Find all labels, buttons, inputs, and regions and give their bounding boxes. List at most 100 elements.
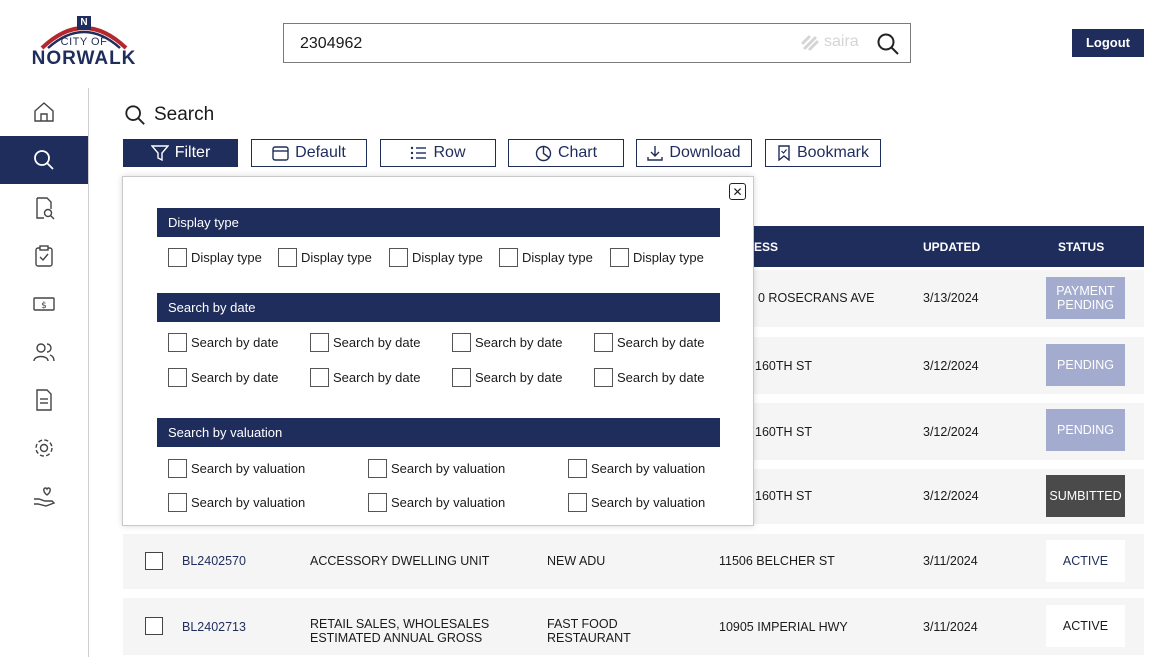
global-search-bar: saira [283,23,911,63]
checkbox[interactable] [452,333,471,352]
status-badge: PAYMENT PENDING [1046,277,1125,319]
status-badge: ACTIVE [1046,605,1125,647]
sidebar-item-payments[interactable]: $ [0,280,88,328]
close-icon[interactable]: ✕ [729,183,746,200]
row-permit-id-link[interactable]: BL2402713 [182,620,246,634]
filter-label: Filter [174,144,211,161]
checkbox[interactable] [594,333,613,352]
date-option[interactable]: Search by date [310,333,420,352]
clipboard-check-icon [35,245,53,267]
date-option[interactable]: Search by date [452,333,562,352]
sidebar-item-document-search[interactable] [0,184,88,232]
default-view-button[interactable]: Default [251,139,367,167]
valuation-option[interactable]: Search by valuation [168,459,305,478]
logo-name: NORWALK [31,48,137,69]
checkbox[interactable] [594,368,613,387]
sidebar-item-clipboard-check[interactable] [0,232,88,280]
option-label: Search by date [617,370,705,385]
date-option[interactable]: Search by date [594,333,704,352]
search-title-icon [125,105,145,125]
sidebar-item-documents[interactable] [0,376,88,424]
window-icon [272,145,289,161]
checkbox[interactable] [168,459,187,478]
valuation-option[interactable]: Search by valuation [368,493,505,512]
row-type-line2: RESTAURANT [547,631,631,645]
checkbox[interactable] [389,248,408,267]
sidebar-item-users[interactable] [0,328,88,376]
download-button[interactable]: Download [636,139,752,167]
search-submit-icon[interactable] [876,32,900,56]
city-logo[interactable]: N CITY OF NORWALK [28,14,140,70]
row-description-line1: RETAIL SALES, WHOLESALES [310,617,490,631]
checkbox[interactable] [168,333,187,352]
filter-button[interactable]: Filter [123,139,238,167]
date-option[interactable]: Search by date [168,333,278,352]
table-row[interactable]: BL2402570 ACCESSORY DWELLING UNIT NEW AD… [123,534,1144,589]
sidebar-item-search[interactable] [0,136,88,184]
chart-view-button[interactable]: Chart [508,139,624,167]
checkbox[interactable] [368,459,387,478]
option-label: Search by valuation [591,461,706,476]
bookmark-icon [778,145,790,161]
checkbox[interactable] [168,493,187,512]
checkbox[interactable] [168,368,187,387]
results-table-header: ESS UPDATED STATUS [742,226,1144,267]
table-row[interactable]: BL2402713 RETAIL SALES, WHOLESALES ESTIM… [123,598,1144,655]
row-address: 160TH ST [755,359,812,373]
sidebar-item-assistance[interactable] [0,472,88,520]
sidebar-item-home[interactable] [0,88,88,136]
option-label: Search by valuation [591,495,706,510]
valuation-option[interactable]: Search by valuation [168,493,305,512]
download-icon [647,146,664,161]
logout-button[interactable]: Logout [1072,29,1144,57]
section-display-type: Display type [157,208,720,237]
page-title: Search [154,104,215,125]
bookmark-button[interactable]: Bookmark [765,139,881,167]
default-label: Default [295,144,346,161]
option-label: Display type [191,250,262,265]
filter-icon [150,145,169,161]
checkbox[interactable] [278,248,297,267]
sidebar-item-settings[interactable] [0,424,88,472]
row-address: 11506 BELCHER ST [719,554,835,568]
row-address: 10905 IMPERIAL HWY [719,620,848,634]
display-type-option[interactable]: Display type [610,248,704,267]
checkbox[interactable] [568,493,587,512]
display-type-option[interactable]: Display type [168,248,262,267]
valuation-option[interactable]: Search by valuation [568,493,705,512]
search-input[interactable] [300,33,780,55]
row-checkbox[interactable] [145,617,163,635]
hand-heart-icon [34,487,56,507]
row-updated: 3/11/2024 [923,620,978,634]
date-option[interactable]: Search by date [168,368,278,387]
checkbox[interactable] [368,493,387,512]
checkbox[interactable] [310,368,329,387]
option-label: Display type [522,250,593,265]
row-view-button[interactable]: Row [380,139,496,167]
row-type: NEW ADU [547,554,606,568]
checkbox[interactable] [499,248,518,267]
date-option[interactable]: Search by date [452,368,562,387]
date-option[interactable]: Search by date [310,368,420,387]
date-option[interactable]: Search by date [594,368,704,387]
checkbox[interactable] [568,459,587,478]
checkbox[interactable] [610,248,629,267]
row-checkbox[interactable] [145,552,163,570]
display-type-option[interactable]: Display type [389,248,483,267]
section-search-by-valuation: Search by valuation [157,418,720,447]
logo-badge-letter: N [80,17,88,28]
option-label: Search by valuation [191,461,306,476]
valuation-option[interactable]: Search by valuation [368,459,505,478]
checkbox[interactable] [310,333,329,352]
list-icon [411,146,427,160]
row-updated: 3/12/2024 [923,425,979,439]
row-permit-id-link[interactable]: BL2402570 [182,554,246,568]
checkbox[interactable] [452,368,471,387]
row-updated: 3/13/2024 [923,291,979,305]
valuation-option[interactable]: Search by valuation [568,459,705,478]
saira-logo-icon [801,35,819,51]
display-type-option[interactable]: Display type [499,248,593,267]
checkbox[interactable] [168,248,187,267]
display-type-option[interactable]: Display type [278,248,372,267]
option-label: Search by valuation [391,495,506,510]
